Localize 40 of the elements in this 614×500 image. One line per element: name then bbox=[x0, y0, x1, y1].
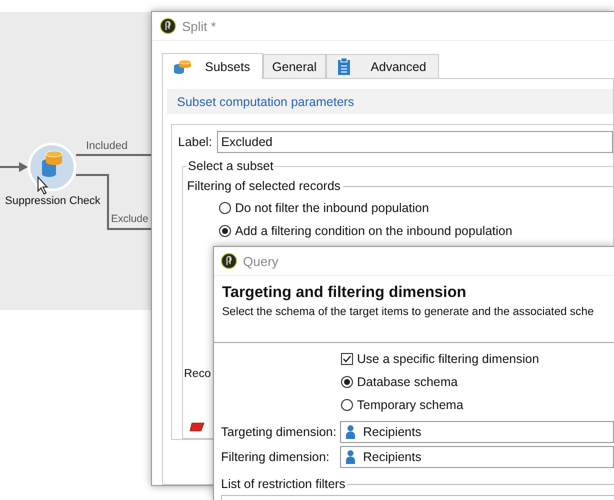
app-logo-icon bbox=[160, 18, 176, 34]
option-label: Add a filtering condition on the inbound population bbox=[235, 224, 512, 238]
person-icon bbox=[346, 424, 355, 438]
arrow bbox=[0, 162, 28, 172]
dimension-field[interactable]: Recipients bbox=[340, 446, 614, 468]
database-icon bbox=[173, 58, 191, 74]
radio-button[interactable] bbox=[341, 376, 353, 388]
field-label: Filtering dimension: bbox=[221, 450, 330, 464]
person-icon bbox=[346, 450, 355, 464]
window-title: Split * bbox=[182, 18, 216, 34]
checkbox[interactable] bbox=[341, 353, 353, 365]
option-label: Temporary schema bbox=[357, 398, 464, 412]
cursor-icon bbox=[38, 176, 48, 195]
field-label: Label: bbox=[178, 135, 212, 149]
field-label: Reco bbox=[184, 368, 211, 380]
tab[interactable]: General bbox=[263, 54, 326, 78]
radio-button[interactable] bbox=[341, 399, 353, 411]
dimension-field[interactable]: Recipients bbox=[340, 420, 614, 442]
label-field[interactable]: Excluded bbox=[217, 131, 613, 153]
app-logo-icon bbox=[221, 253, 237, 269]
radio-button[interactable] bbox=[219, 202, 231, 214]
dialog-heading: Targeting and filtering dimension bbox=[222, 284, 468, 302]
tab[interactable]: Subsets bbox=[162, 53, 264, 79]
field-label: Targeting dimension: bbox=[221, 424, 338, 438]
clipboard-icon bbox=[336, 58, 351, 75]
section-title: Subset computation parameters bbox=[167, 89, 613, 114]
checkbox-label: Use a specific filtering dimension bbox=[357, 352, 540, 366]
tab[interactable]: Advanced bbox=[326, 54, 440, 78]
option-label: Do not filter the inbound population bbox=[235, 201, 429, 215]
group-title: List of restriction filters bbox=[221, 477, 346, 491]
radio-button[interactable] bbox=[219, 225, 231, 237]
window-title: Query bbox=[243, 254, 278, 268]
transition-label: Included bbox=[86, 140, 128, 152]
group-title: Select a subset bbox=[187, 159, 274, 173]
node-label: Suppression Check bbox=[5, 195, 100, 207]
group-title: Filtering of selected records bbox=[187, 179, 341, 193]
option-label: Database schema bbox=[357, 375, 458, 389]
database-node-icon[interactable] bbox=[28, 142, 76, 192]
transition-label: Exclude bbox=[111, 213, 148, 225]
dialog-description: Select the schema of the target items to generate and the associated sche bbox=[222, 306, 595, 318]
